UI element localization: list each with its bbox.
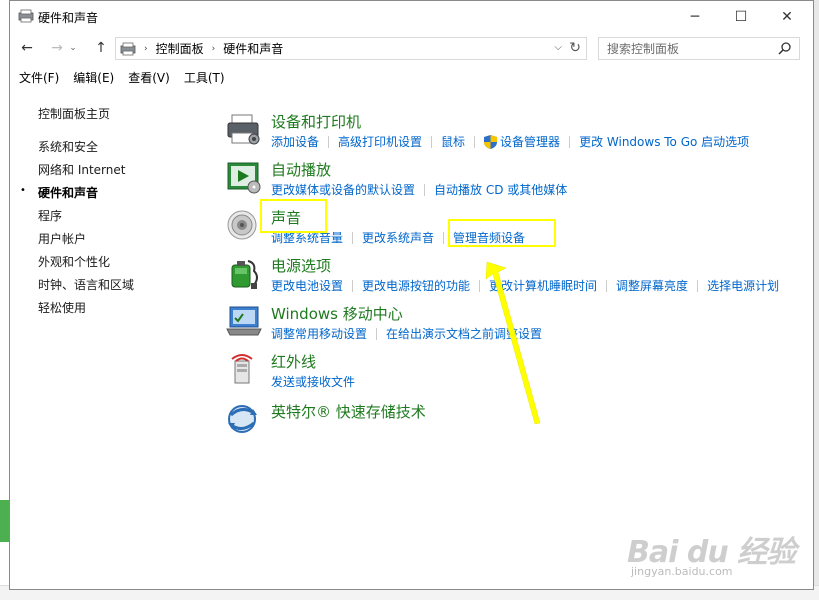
maximize-button[interactable]: ☐	[718, 1, 764, 32]
link-power-button[interactable]: 更改电源按钮的功能	[362, 277, 470, 294]
up-arrow-icon[interactable]: ↑	[92, 39, 110, 57]
link-screen-brightness[interactable]: 调整屏幕亮度	[616, 277, 688, 294]
sidebar-item-programs[interactable]: 程序	[38, 207, 62, 224]
link-change-media-defaults[interactable]: 更改媒体或设备的默认设置	[271, 181, 415, 198]
category-title[interactable]: Windows 移动中心	[271, 303, 403, 324]
search-placeholder: 搜索控制面板	[607, 42, 680, 56]
link-change-system-sounds[interactable]: 更改系统声音	[362, 229, 434, 246]
category-title[interactable]: 自动播放	[271, 159, 331, 180]
autoplay-icon[interactable]	[226, 159, 262, 195]
link-battery-settings[interactable]: 更改电池设置	[271, 277, 343, 294]
category-links: 发送或接收文件	[271, 373, 355, 390]
menu-edit[interactable]: 编辑(E)	[73, 69, 114, 89]
link-autoplay-cd[interactable]: 自动播放 CD 或其他媒体	[434, 181, 567, 198]
category-links: 添加设备 高级打印机设置 鼠标 设备管理器 更改 Windows To Go 启…	[271, 133, 749, 150]
link-presentation-settings[interactable]: 在给出演示文档之前调整设置	[386, 325, 542, 342]
infrared-icon[interactable]	[226, 351, 262, 387]
current-item-bullet: •	[20, 185, 26, 196]
link-add-device[interactable]: 添加设备	[271, 133, 319, 150]
uac-shield-icon	[484, 134, 498, 149]
menu-bar: 文件(F) 编辑(E) 查看(V) 工具(T)	[10, 69, 813, 89]
link-mobility-settings[interactable]: 调整常用移动设置	[271, 325, 367, 342]
breadcrumb-hardware-sound[interactable]: 硬件和声音	[223, 40, 283, 57]
link-sleep-time[interactable]: 更改计算机睡眠时间	[489, 277, 597, 294]
sidebar-item-control-panel-home[interactable]: 控制面板主页	[38, 105, 110, 122]
watermark-url: jingyan.baidu.com	[631, 565, 733, 578]
category-links: 调整常用移动设置 在给出演示文档之前调整设置	[271, 325, 542, 342]
intel-rst-icon[interactable]	[226, 401, 262, 437]
title-bar[interactable]: 硬件和声音 ─ ☐ ✕	[10, 1, 813, 32]
link-advanced-printer[interactable]: 高级打印机设置	[338, 133, 422, 150]
search-icon[interactable]	[777, 41, 793, 57]
link-divider	[479, 279, 481, 292]
link-divider	[352, 231, 354, 244]
annotation-box-sound-title	[260, 199, 327, 233]
forward-arrow-icon[interactable]: →	[48, 39, 66, 57]
breadcrumb-separator-icon[interactable]: ›	[212, 44, 216, 54]
link-divider	[474, 135, 476, 148]
sidebar-item-appearance[interactable]: 外观和个性化	[38, 253, 110, 270]
battery-icon[interactable]	[226, 255, 262, 291]
link-divider	[376, 327, 378, 340]
category-title[interactable]: 英特尔® 快速存储技术	[271, 401, 426, 422]
recent-locations-chevron-icon[interactable]: ⌄	[68, 39, 78, 57]
link-divider	[424, 183, 426, 196]
category-links: 更改媒体或设备的默认设置 自动播放 CD 或其他媒体	[271, 181, 567, 198]
link-power-plan[interactable]: 选择电源计划	[707, 277, 779, 294]
link-divider	[328, 135, 330, 148]
link-divider	[569, 135, 571, 148]
speaker-icon[interactable]	[226, 207, 262, 243]
link-divider	[443, 231, 445, 244]
control-panel-icon	[18, 9, 34, 23]
menu-file[interactable]: 文件(F)	[19, 69, 59, 89]
menu-view[interactable]: 查看(V)	[128, 69, 170, 89]
link-device-manager[interactable]: 设备管理器	[500, 133, 560, 150]
breadcrumb-control-panel[interactable]: 控制面板	[156, 40, 204, 57]
sidebar-item-network[interactable]: 网络和 Internet	[38, 161, 125, 178]
mobility-center-icon[interactable]	[226, 303, 262, 339]
link-windows-to-go[interactable]: 更改 Windows To Go 启动选项	[579, 133, 749, 150]
link-divider	[697, 279, 699, 292]
category-title[interactable]: 红外线	[271, 351, 316, 372]
search-input[interactable]: 搜索控制面板	[598, 37, 800, 60]
link-divider	[352, 279, 354, 292]
menu-tools[interactable]: 工具(T)	[184, 69, 225, 89]
address-bar[interactable]: › 控制面板 › 硬件和声音 ⌵ ↻	[115, 37, 587, 60]
sidebar-item-hardware-sound: 硬件和声音	[38, 186, 99, 200]
baidu-watermark-logo: Bai du 经验 jingyan.baidu.com	[627, 527, 796, 581]
control-panel-window: 硬件和声音 ─ ☐ ✕ ← → ⌄ ↑ › 控制面板 › 硬件和声音 ⌵ ↻ 搜…	[9, 0, 814, 590]
link-divider	[606, 279, 608, 292]
printer-icon[interactable]	[226, 111, 262, 147]
close-button[interactable]: ✕	[764, 1, 810, 32]
link-mouse[interactable]: 鼠标	[441, 133, 465, 150]
back-arrow-icon[interactable]: ←	[18, 39, 36, 57]
sidebar-item-clock-region[interactable]: 时钟、语言和区域	[38, 276, 134, 293]
sidebar-item-ease-of-access[interactable]: 轻松使用	[38, 299, 86, 316]
annotation-box-manage-audio	[448, 219, 556, 247]
category-title[interactable]: 电源选项	[271, 255, 331, 276]
sidebar-item-user-accounts[interactable]: 用户帐户	[38, 230, 86, 247]
sidebar-item-system-security[interactable]: 系统和安全	[38, 138, 98, 155]
refresh-icon[interactable]: ↻	[569, 40, 581, 56]
link-divider	[431, 135, 433, 148]
control-panel-icon	[120, 42, 136, 55]
category-title[interactable]: 设备和打印机	[271, 111, 361, 132]
window-title: 硬件和声音	[38, 11, 99, 25]
breadcrumb-separator-icon[interactable]: ›	[144, 44, 148, 54]
category-links: 更改电池设置 更改电源按钮的功能 更改计算机睡眠时间 调整屏幕亮度 选择电源计划	[271, 277, 779, 294]
address-dropdown-icon[interactable]: ⌵	[554, 42, 562, 53]
navigation-bar: ← → ⌄ ↑ › 控制面板 › 硬件和声音 ⌵ ↻ 搜索控制面板	[10, 34, 813, 62]
minimize-button[interactable]: ─	[672, 1, 718, 32]
link-send-receive-files[interactable]: 发送或接收文件	[271, 373, 355, 390]
